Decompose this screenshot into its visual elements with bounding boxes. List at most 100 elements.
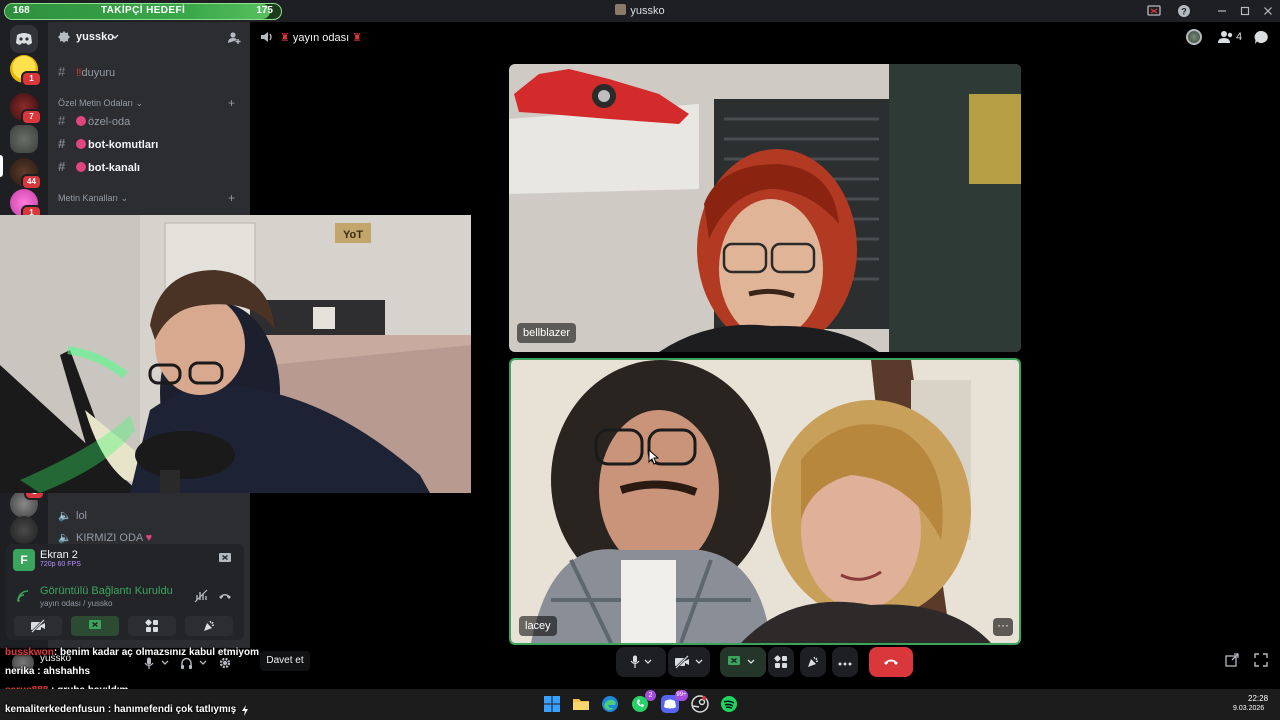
maximize-icon[interactable] xyxy=(1238,4,1252,18)
screen-share-icon xyxy=(89,620,101,629)
video-tile-bellblazer[interactable]: bellblazer xyxy=(509,64,1021,352)
server-icon-5[interactable]: 1 xyxy=(10,484,45,518)
soundboard-icon xyxy=(808,656,819,667)
active-server-pill xyxy=(0,155,3,177)
streamer-webcam: YoT xyxy=(0,215,471,493)
spotify-icon[interactable] xyxy=(719,694,739,714)
camera-off-icon xyxy=(31,619,45,633)
camera-off-button[interactable] xyxy=(14,616,62,636)
server-icon-1[interactable]: 1 xyxy=(10,55,42,87)
help-icon[interactable]: ? xyxy=(1177,4,1191,18)
screen-share-icon xyxy=(728,656,755,665)
camera-off-icon xyxy=(675,655,703,669)
voice-channel-title: ♜ yayın odası ♜ xyxy=(280,32,363,44)
screen-share-button[interactable] xyxy=(71,616,119,636)
chat-username: busskwon xyxy=(5,647,54,658)
voice-channel-kirmizi-oda[interactable]: 🔈 KIRMIZI ODA ♥ xyxy=(58,531,244,545)
members-icon[interactable] xyxy=(1218,30,1234,44)
server-icon-2[interactable]: 7 xyxy=(10,93,42,125)
discord-home-icon[interactable] xyxy=(10,25,38,53)
voice-channel-lol[interactable]: 🔈 lol xyxy=(58,509,244,529)
connection-detail[interactable]: yayın odası / yussko xyxy=(40,599,112,608)
activities-icon xyxy=(774,655,787,668)
close-icon[interactable] xyxy=(1261,4,1275,18)
whatsapp-badge: 2 xyxy=(645,690,656,701)
steam-icon[interactable] xyxy=(690,694,710,714)
channel-duyuru[interactable]: # ‼duyuru xyxy=(58,64,244,84)
chevron-down-icon[interactable] xyxy=(161,660,169,666)
mouse-cursor-icon xyxy=(648,449,659,465)
category-ozel-metin[interactable]: Özel Metin Odaları ⌄ + xyxy=(58,96,235,110)
chat-text: hanımefendi çok tatlıymış xyxy=(113,704,237,715)
headphones-icon[interactable] xyxy=(180,657,193,670)
chat-icon[interactable] xyxy=(1254,30,1269,45)
server-header[interactable]: yussko xyxy=(48,22,250,52)
popout-icon[interactable] xyxy=(1225,653,1239,667)
minimize-icon[interactable] xyxy=(1215,4,1229,18)
screen-share-icon[interactable] xyxy=(1147,4,1161,18)
chevron-down-icon[interactable] xyxy=(199,660,207,666)
windows-taskbar: kemaliterkedenfusun : hanımefendi çok ta… xyxy=(0,689,1280,720)
discord-taskbar-icon[interactable]: 99+ xyxy=(660,690,688,714)
fullscreen-icon[interactable] xyxy=(1254,653,1268,667)
hash-icon: # xyxy=(58,113,66,128)
member-count: 4 xyxy=(1236,31,1243,43)
more-options-button[interactable] xyxy=(832,647,858,677)
chat-username: nerika xyxy=(5,666,35,677)
noise-suppression-icon[interactable] xyxy=(194,589,208,603)
microphone-icon[interactable] xyxy=(144,657,154,670)
connection-status: Görüntülü Bağlantı Kuruldu xyxy=(40,585,173,597)
server-icon-yussko[interactable] xyxy=(10,125,38,153)
camera-toggle-button[interactable] xyxy=(668,647,710,677)
server-badge-icon xyxy=(58,31,70,43)
soundboard-button[interactable] xyxy=(800,647,826,677)
disconnect-icon[interactable] xyxy=(218,590,232,602)
chevron-down-icon xyxy=(111,34,119,39)
chat-text: ahshahhs xyxy=(43,666,91,677)
category-metin-kanallari[interactable]: Metin Kanalları ⌄ + xyxy=(58,191,235,205)
invite-button[interactable]: Davet et xyxy=(260,651,310,671)
chat-message: busskwon: benim kadar aç olmazsınız kabu… xyxy=(5,647,259,658)
title-bar: 168 TAKİPÇİ HEDEFİ 175 yussko ? xyxy=(0,0,1280,22)
add-member-icon[interactable] xyxy=(227,31,241,45)
activities-button[interactable] xyxy=(768,647,794,677)
chat-username: kemaliterkedenfusun xyxy=(5,704,106,715)
chat-text: benim kadar aç olmazsınız kabul etmiyom xyxy=(60,647,259,658)
stop-stream-icon[interactable] xyxy=(218,552,232,565)
server-thumb-icon xyxy=(615,4,627,15)
soundboard-button[interactable] xyxy=(185,616,233,636)
server-icon-4[interactable]: 1 xyxy=(10,189,42,221)
signal-icon[interactable] xyxy=(16,589,30,603)
activities-button[interactable] xyxy=(128,616,176,636)
channel-bot-komutlari[interactable]: # bot-komutları xyxy=(58,136,244,156)
participant-name: lacey xyxy=(519,616,557,636)
hang-up-icon xyxy=(884,659,898,665)
server-icon-3[interactable]: 44 xyxy=(10,158,42,190)
channel-bot-kanali[interactable]: # bot-kanalı xyxy=(58,159,244,179)
server-icon-6[interactable] xyxy=(10,516,38,544)
hash-icon: # xyxy=(58,64,66,79)
microphone-icon xyxy=(630,655,652,668)
tile-more-options-icon[interactable]: ··· xyxy=(993,618,1013,636)
video-tile-lacey[interactable]: lacey ··· xyxy=(509,358,1021,645)
mic-toggle-button[interactable] xyxy=(616,647,666,677)
screen-share-toggle-button[interactable] xyxy=(720,647,766,677)
whatsapp-icon[interactable]: 2 xyxy=(630,690,656,714)
edge-browser-icon[interactable] xyxy=(600,694,620,714)
settings-gear-icon[interactable] xyxy=(218,656,232,670)
activity-avatar[interactable] xyxy=(1186,29,1202,45)
more-dots-icon xyxy=(838,662,852,666)
participant-name: bellblazer xyxy=(517,323,577,343)
svg-text:YoT: YoT xyxy=(343,229,363,241)
discord-badge: 99+ xyxy=(675,690,688,701)
stream-avatar: F xyxy=(13,549,35,571)
file-explorer-icon[interactable] xyxy=(571,694,591,714)
chat-message: nerika : ahshahhs xyxy=(5,666,91,677)
start-menu-icon[interactable] xyxy=(542,694,562,714)
leave-call-button[interactable] xyxy=(869,647,913,677)
voice-panel: F Ekran 2 720p 60 FPS Görüntülü Bağlantı… xyxy=(6,544,244,640)
channel-ozel-oda[interactable]: # özel-oda xyxy=(58,113,244,133)
add-channel-icon[interactable]: + xyxy=(228,96,235,110)
soundboard-icon xyxy=(204,620,215,631)
add-channel-icon[interactable]: + xyxy=(228,191,235,205)
